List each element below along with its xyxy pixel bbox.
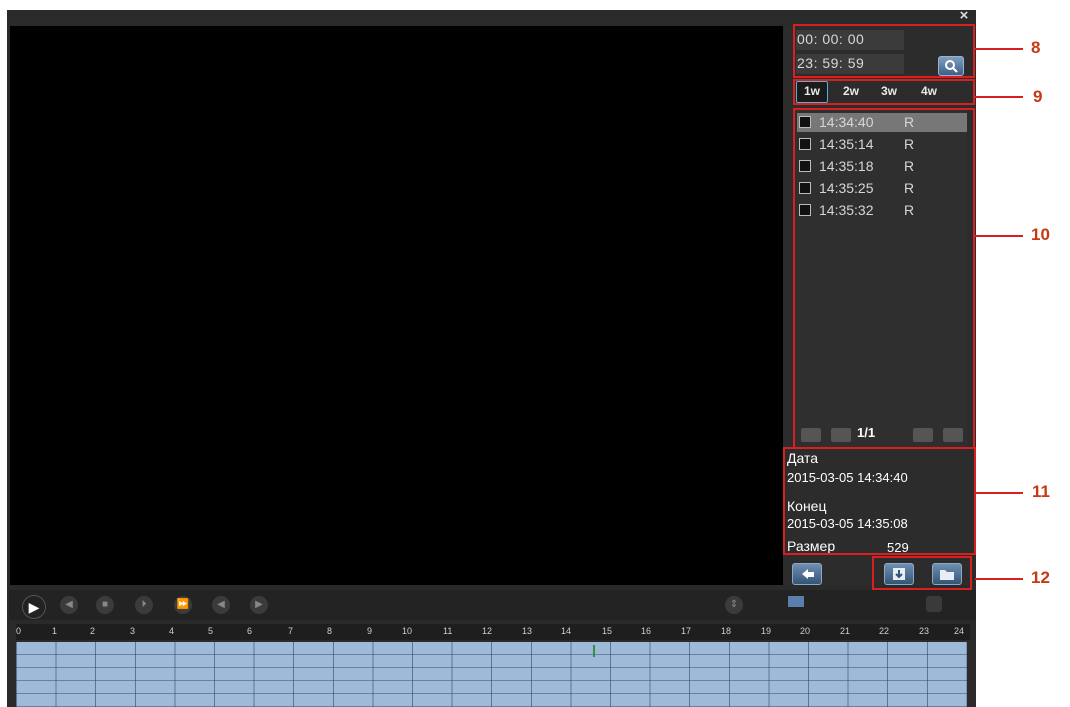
next-frame-icon: ▶ <box>255 599 263 610</box>
highlight-box-list <box>793 108 975 449</box>
callout-9: 9 <box>1033 87 1043 106</box>
tick-label: 20 <box>800 626 811 636</box>
slow-icon: ⏵ <box>141 599 147 610</box>
tick-label: 11 <box>443 626 453 636</box>
tick-label: 4 <box>169 626 175 636</box>
close-icon[interactable]: × <box>957 8 971 23</box>
leader-line-11 <box>975 492 1023 494</box>
zoom-stepper[interactable]: ⇕ <box>725 596 743 614</box>
fullscreen-icon[interactable] <box>926 596 942 612</box>
tick-label: 23 <box>919 626 930 636</box>
tick-label: 24 <box>954 626 965 636</box>
next-frame-button[interactable]: ▶ <box>250 596 268 614</box>
tick-label: 12 <box>482 626 493 636</box>
tick-label: 6 <box>247 626 253 636</box>
back-arrow-icon <box>802 569 814 579</box>
leader-line-10 <box>975 235 1023 237</box>
tick-label: 21 <box>840 626 851 636</box>
tick-label: 19 <box>761 626 772 636</box>
tick-label: 13 <box>522 626 533 636</box>
tick-label: 5 <box>208 626 214 636</box>
fast-forward-icon: ⏩ <box>176 599 190 610</box>
back-button[interactable] <box>792 563 822 585</box>
slow-play-button[interactable]: ⏵ <box>135 596 153 614</box>
tick-label: 0 <box>16 626 22 636</box>
tick-label: 7 <box>288 626 294 636</box>
callout-10: 10 <box>1031 225 1050 244</box>
highlight-box-tabs <box>793 79 975 105</box>
up-down-icon: ⇕ <box>729 599 739 610</box>
tick-label: 16 <box>641 626 652 636</box>
recording-timeline-grid[interactable] <box>16 642 967 707</box>
callout-11: 11 <box>1032 482 1050 501</box>
playback-control-bar <box>9 590 976 620</box>
tick-label: 2 <box>90 626 96 636</box>
prev-frame-icon: ◀ <box>217 599 225 610</box>
leader-line-12 <box>975 578 1023 580</box>
highlight-box-search <box>793 24 975 78</box>
tick-label: 9 <box>367 626 373 636</box>
tick-label: 22 <box>879 626 890 636</box>
highlight-box-info <box>783 447 976 555</box>
fast-play-button[interactable]: ⏩ <box>174 596 192 614</box>
timeline-ruler <box>16 624 970 640</box>
reverse-icon: ◀ <box>65 599 73 610</box>
tick-label: 18 <box>721 626 732 636</box>
leader-line-9 <box>975 96 1023 98</box>
leader-line-8 <box>975 48 1023 50</box>
snapshot-icon[interactable] <box>788 596 804 607</box>
play-button[interactable]: ▶ <box>22 595 46 619</box>
tick-label: 14 <box>561 626 572 636</box>
callout-12: 12 <box>1031 568 1050 587</box>
tick-label: 1 <box>52 626 58 636</box>
tick-label: 3 <box>130 626 136 636</box>
stop-button[interactable]: ■ <box>96 596 114 614</box>
tick-label: 10 <box>402 626 413 636</box>
callout-8: 8 <box>1031 38 1041 57</box>
playback-position-marker <box>593 645 595 657</box>
highlight-box-buttons <box>872 556 972 590</box>
reverse-play-button[interactable]: ◀ <box>60 596 78 614</box>
prev-frame-button[interactable]: ◀ <box>212 596 230 614</box>
play-icon: ▶ <box>28 599 40 615</box>
tick-label: 8 <box>327 626 333 636</box>
tick-label: 17 <box>681 626 692 636</box>
video-display[interactable] <box>10 26 783 585</box>
stop-icon: ■ <box>101 599 109 610</box>
tick-label: 15 <box>602 626 613 636</box>
